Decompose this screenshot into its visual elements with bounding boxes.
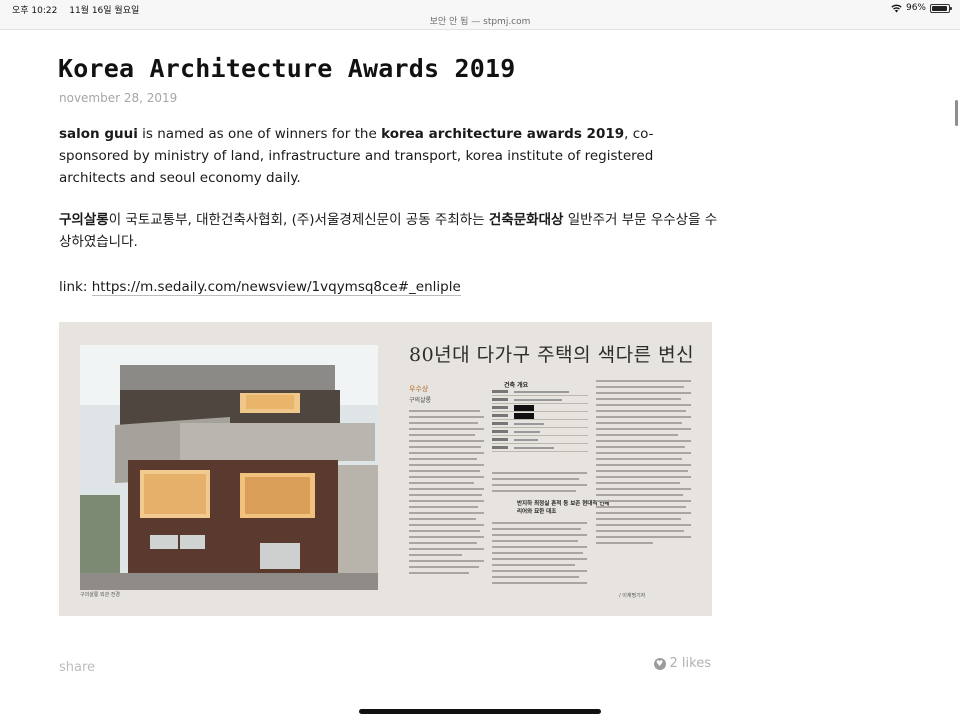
share-button[interactable]: share xyxy=(59,660,95,675)
status-bar: 오후 10:22 11월 16일 월요일 보안 안 됨 — stpmj.com … xyxy=(0,0,960,30)
status-indicators: 96% xyxy=(891,3,952,13)
post-paragraph-korean: 구의살롱이 국토교통부, 대한건축사협회, (주)서울경제신문이 공동 주최하는… xyxy=(59,209,719,253)
bold-project-name-ko: 구의살롱 xyxy=(59,212,109,228)
bold-award-name: korea architecture awards 2019 xyxy=(381,126,625,142)
clipping-text-column xyxy=(596,380,691,548)
scrollbar-thumb[interactable] xyxy=(955,100,958,126)
battery-level xyxy=(932,5,948,11)
paragraph-text: 이 국토교통부, 대한건축사협회, (주)서울경제신문이 공동 주최하는 xyxy=(108,212,489,228)
clipping-section: 우수상 xyxy=(409,385,429,393)
post-paragraph-english: salon guui is named as one of winners fo… xyxy=(59,123,719,189)
photo-caption: 구의살롱 외관 전경 xyxy=(80,592,120,598)
clipping-info-table xyxy=(492,388,588,452)
post-link-paragraph: link: https://m.sedaily.com/newsview/1vq… xyxy=(59,276,719,298)
battery-icon xyxy=(930,3,952,13)
clipping-byline: / 이재명기자 xyxy=(619,593,646,599)
clipping-text-column xyxy=(492,472,587,496)
house-photo xyxy=(80,345,378,590)
link-label: link: xyxy=(59,279,92,295)
clipping-subsection: 구의살롱 xyxy=(409,397,432,404)
clipping-text-column xyxy=(492,522,587,588)
newspaper-clipping-image: 구의살롱 외관 전경 80년대 다가구 주택의 색다른 변신 우수상 구의살롱 … xyxy=(59,322,712,616)
clipping-text-column xyxy=(409,410,484,578)
heart-icon: ♥ xyxy=(653,657,666,670)
paragraph-text: is named as one of winners for the xyxy=(137,126,382,142)
post-date: november 28, 2019 xyxy=(59,91,178,105)
address-bar[interactable]: 보안 안 됨 — stpmj.com xyxy=(0,14,960,27)
home-indicator[interactable] xyxy=(359,709,601,714)
likes-count: 2 likes xyxy=(669,656,711,671)
post-title: Korea Architecture Awards 2019 xyxy=(58,54,516,83)
battery-percent: 96% xyxy=(905,3,926,13)
likes-button[interactable]: ♥ 2 likes xyxy=(653,656,711,671)
bold-award-name-ko: 건축문화대상 xyxy=(488,212,564,228)
clipping-headline: 80년대 다가구 주택의 색다른 변신 xyxy=(409,344,695,366)
wifi-icon xyxy=(891,4,902,12)
article-link[interactable]: https://m.sedaily.com/newsview/1vqymsq8c… xyxy=(91,279,461,296)
bold-salon-guui: salon guui xyxy=(59,126,138,142)
